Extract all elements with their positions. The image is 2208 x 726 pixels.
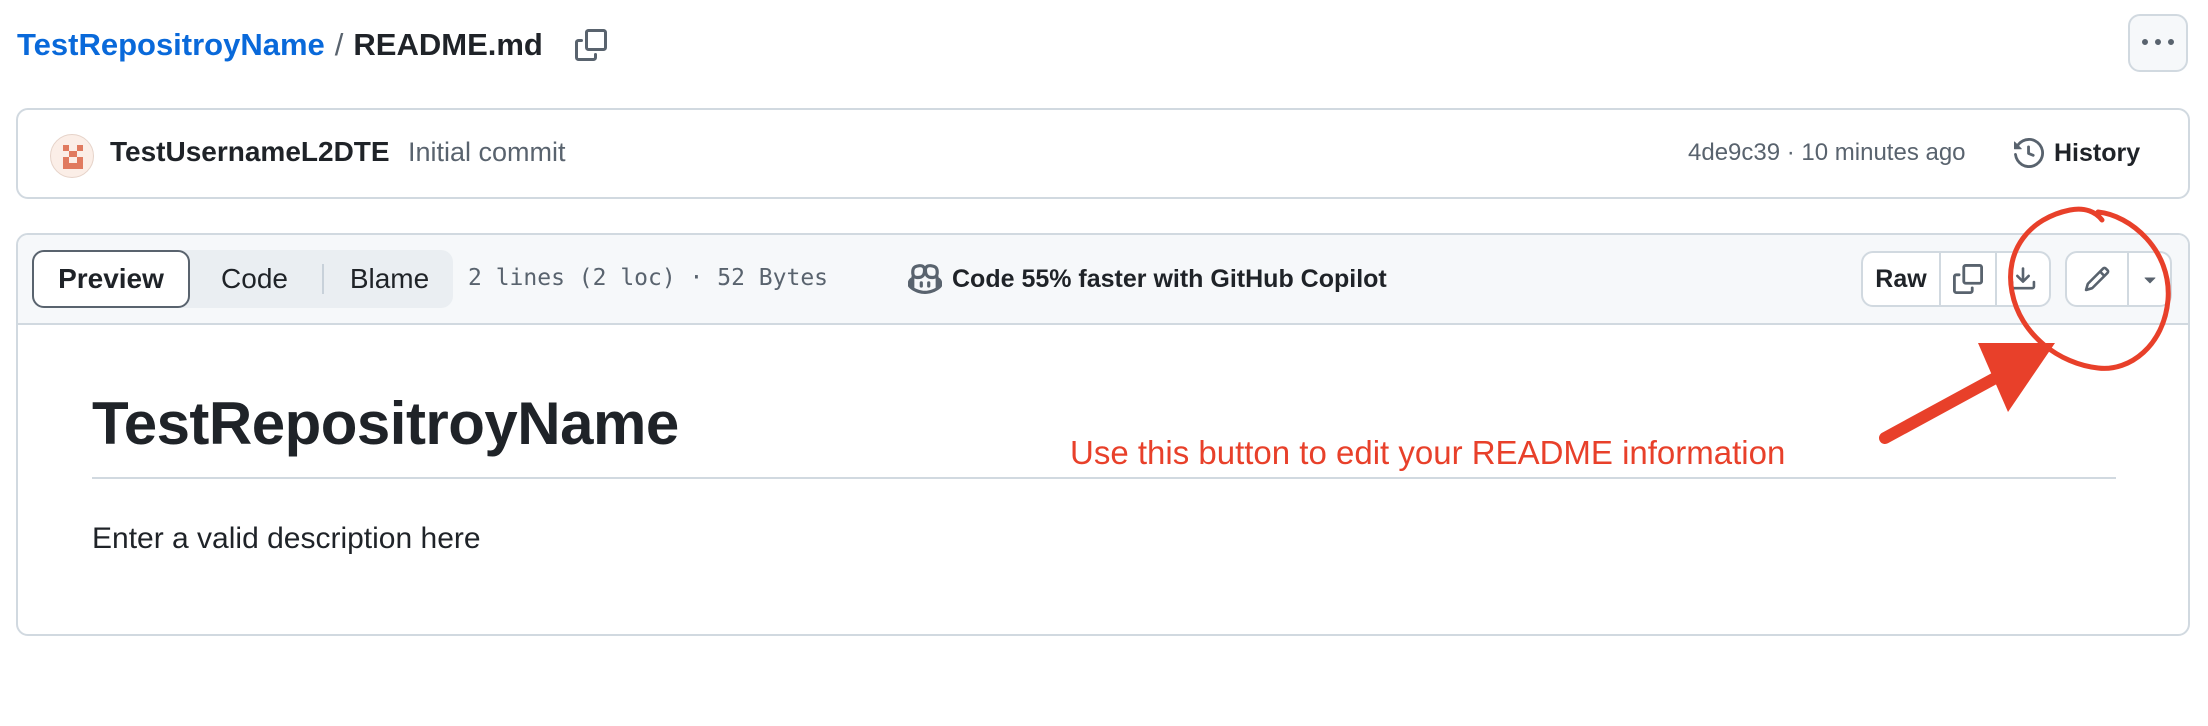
copilot-promo-link[interactable]: Code 55% faster with GitHub Copilot	[908, 255, 1387, 303]
identicon	[63, 145, 83, 169]
copilot-promo-label: Code 55% faster with GitHub Copilot	[952, 264, 1387, 293]
commit-meta[interactable]: 4de9c39 · 10 minutes ago	[1688, 139, 1966, 167]
download-icon	[2010, 267, 2036, 290]
raw-button[interactable]: Raw	[1863, 253, 1941, 305]
download-button[interactable]	[1997, 253, 2049, 305]
commit-message[interactable]: Initial commit	[408, 137, 566, 168]
view-mode-segmented-control: Preview Code Blame	[32, 250, 453, 308]
edit-file-button[interactable]	[2067, 253, 2129, 305]
edit-options-dropdown[interactable]	[2129, 253, 2170, 305]
history-button[interactable]: History	[2014, 130, 2140, 176]
heading-divider	[92, 477, 2116, 479]
file-actions-group: Raw	[1861, 251, 2051, 307]
breadcrumb-separator: /	[334, 27, 344, 62]
copy-path-button[interactable]	[571, 25, 611, 65]
copy-icon	[574, 29, 607, 61]
commit-author[interactable]: TestUsernameL2DTE	[110, 136, 390, 168]
more-options-button[interactable]	[2128, 14, 2188, 72]
avatar[interactable]	[50, 134, 94, 178]
readme-heading: TestRepositroyName	[92, 390, 679, 457]
file-info: 2 lines (2 loc) · 52 Bytes	[468, 265, 829, 291]
readme-description: Enter a valid description here	[92, 522, 481, 555]
pencil-icon	[2084, 266, 2110, 292]
tab-blame[interactable]: Blame	[326, 250, 453, 308]
tab-code[interactable]: Code	[192, 250, 317, 308]
copy-raw-button[interactable]	[1941, 253, 1997, 305]
file-header: Preview Code Blame 2 lines (2 loc) · 52 …	[18, 235, 2188, 325]
kebab-horizontal-icon	[2142, 39, 2174, 45]
latest-commit-bar: TestUsernameL2DTE Initial commit 4de9c39…	[16, 108, 2190, 199]
breadcrumb: TestRepositroyName / README.md	[17, 20, 611, 70]
annotation-text: Use this button to edit your README info…	[1070, 434, 1786, 471]
copilot-icon	[908, 264, 942, 294]
copy-icon	[1953, 264, 1983, 294]
breadcrumb-file-name: README.md	[353, 27, 543, 62]
triangle-down-icon	[2144, 277, 2155, 284]
breadcrumb-repo-link[interactable]: TestRepositroyName	[17, 27, 325, 63]
history-label: History	[2054, 138, 2141, 167]
segment-divider	[322, 264, 324, 294]
history-icon	[2014, 138, 2044, 168]
tab-preview[interactable]: Preview	[32, 250, 190, 308]
edit-actions-group	[2065, 251, 2172, 307]
